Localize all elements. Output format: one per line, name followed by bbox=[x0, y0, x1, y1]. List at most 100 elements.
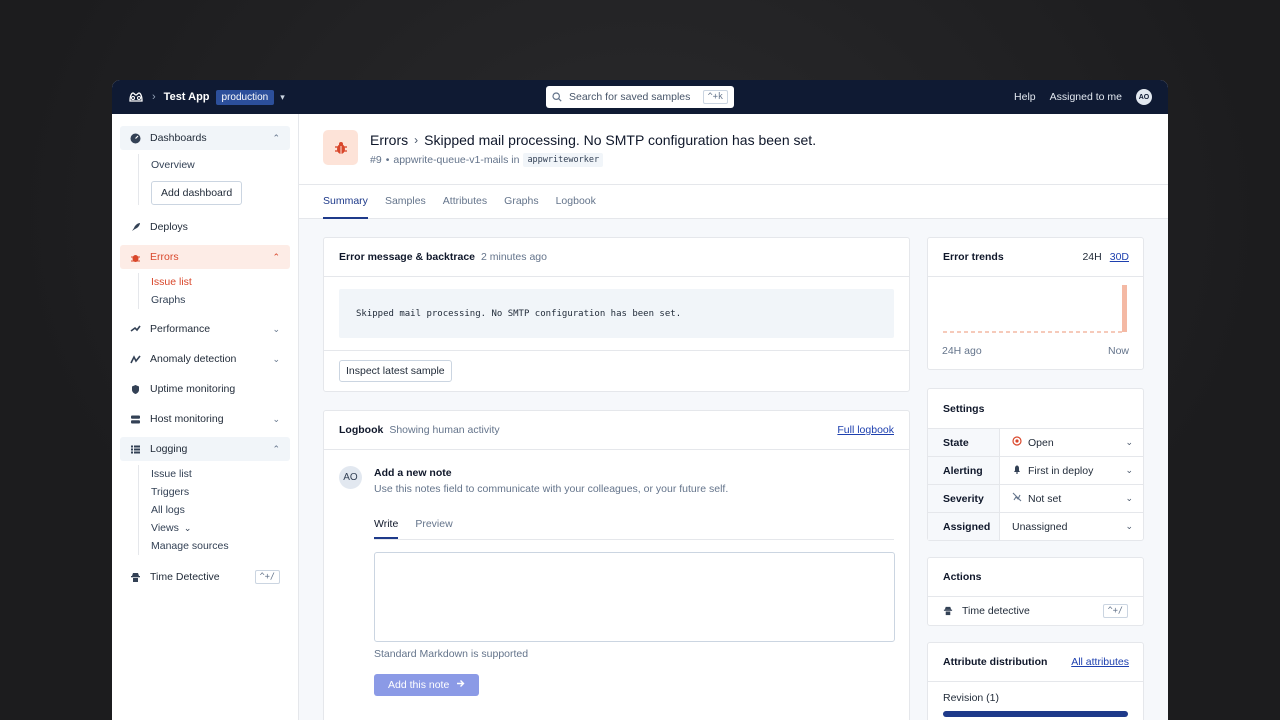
worker-name: appwriteworker bbox=[523, 153, 604, 167]
note-textarea[interactable] bbox=[374, 552, 895, 642]
sidebar-item-manage-sources[interactable]: Manage sources bbox=[151, 537, 290, 555]
card-title: Actions bbox=[943, 571, 982, 583]
appsignal-logo-icon[interactable] bbox=[128, 91, 144, 103]
setting-value: First in deploy bbox=[1028, 464, 1094, 477]
error-trends-card: Error trends 24H 30D 24H ago Now bbox=[927, 237, 1144, 370]
tab-attributes[interactable]: Attributes bbox=[443, 185, 487, 219]
sidebar-item-label: Host monitoring bbox=[150, 413, 224, 425]
attribute-distribution-card: Attribute distribution All attributes Re… bbox=[927, 642, 1144, 720]
full-logbook-link[interactable]: Full logbook bbox=[837, 424, 894, 436]
error-time: 2 minutes ago bbox=[481, 251, 547, 263]
setting-severity[interactable]: Severity Not set ⌄ bbox=[928, 484, 1143, 512]
add-dashboard-button[interactable]: Add dashboard bbox=[151, 181, 243, 205]
chevron-down-icon: ⌄ bbox=[1125, 437, 1133, 447]
search-input[interactable]: Search for saved samples bbox=[569, 91, 703, 103]
app-name[interactable]: Test App bbox=[164, 91, 210, 103]
add-note-button[interactable]: Add this note bbox=[374, 674, 480, 696]
sidebar-item-label: Logging bbox=[150, 443, 188, 455]
open-state-icon bbox=[1012, 436, 1022, 449]
logbook-subtitle: Showing human activity bbox=[389, 424, 500, 436]
avatar: AO bbox=[339, 466, 362, 489]
detective-icon bbox=[943, 606, 953, 616]
sidebar-item-label: Errors bbox=[150, 251, 179, 263]
card-title: Settings bbox=[943, 402, 985, 415]
sidebar-item-views[interactable]: Views ⌄ bbox=[151, 519, 290, 537]
sidebar-item-deploys[interactable]: Deploys bbox=[120, 215, 290, 239]
setting-assigned[interactable]: Assigned Unassigned ⌄ bbox=[928, 512, 1143, 540]
assigned-to-me-link[interactable]: Assigned to me bbox=[1050, 91, 1122, 103]
sidebar-item-anomaly-detection[interactable]: Anomaly detection ⌄ bbox=[120, 347, 290, 371]
queue-name: appwrite-queue-v1-mails in bbox=[393, 154, 520, 166]
time-detective-action[interactable]: Time detective ^+/ bbox=[928, 597, 1143, 625]
search-bar[interactable]: Search for saved samples ^+k bbox=[546, 86, 734, 108]
sidebar-item-log-issue-list[interactable]: Issue list bbox=[151, 465, 290, 483]
sidebar-item-label: Anomaly detection bbox=[150, 353, 237, 365]
setting-label: Severity bbox=[928, 485, 1000, 512]
speed-icon bbox=[130, 324, 141, 335]
sidebar-item-label: Uptime monitoring bbox=[150, 383, 236, 395]
sidebar-item-host-monitoring[interactable]: Host monitoring ⌄ bbox=[120, 407, 290, 431]
time-detective-label: Time detective bbox=[962, 605, 1030, 617]
gauge-icon bbox=[130, 133, 141, 144]
sidebar-item-time-detective[interactable]: Time Detective ^+/ bbox=[120, 565, 290, 589]
markdown-hint: Standard Markdown is supported bbox=[374, 648, 529, 660]
tab-samples[interactable]: Samples bbox=[385, 185, 426, 219]
sidebar: Dashboards ⌃ Overview Add dashboard Depl… bbox=[112, 114, 299, 720]
setting-value: Not set bbox=[1028, 492, 1062, 505]
chevron-down-icon[interactable]: ▾ bbox=[280, 92, 285, 103]
environment-badge[interactable]: production bbox=[215, 89, 275, 105]
sidebar-item-issue-list[interactable]: Issue list bbox=[151, 273, 290, 291]
trend-end-label: Now bbox=[1107, 345, 1129, 357]
all-attributes-link[interactable]: All attributes bbox=[1071, 656, 1129, 668]
trend-start-label: 24H ago bbox=[942, 345, 982, 357]
search-icon bbox=[552, 92, 562, 102]
bullet-separator: • bbox=[385, 154, 390, 166]
card-title: Error message & backtrace bbox=[339, 251, 475, 263]
list-icon bbox=[130, 444, 141, 455]
tab-logbook[interactable]: Logbook bbox=[556, 185, 596, 219]
avatar[interactable]: AO bbox=[1136, 89, 1152, 105]
setting-alerting[interactable]: Alerting First in deploy ⌄ bbox=[928, 456, 1143, 484]
sidebar-item-graphs[interactable]: Graphs bbox=[151, 291, 290, 309]
views-label: Views bbox=[151, 522, 179, 534]
range-30d-button[interactable]: 30D bbox=[1110, 251, 1129, 263]
app-window: › Test App production ▾ Search for saved… bbox=[112, 80, 1168, 720]
revision-label: Revision (1) bbox=[943, 692, 1000, 704]
sidebar-item-logging[interactable]: Logging ⌃ bbox=[120, 437, 290, 461]
chevron-down-icon: ⌄ bbox=[1125, 493, 1133, 503]
sidebar-item-dashboards[interactable]: Dashboards ⌃ bbox=[120, 126, 290, 150]
tab-write[interactable]: Write bbox=[374, 511, 399, 539]
severity-off-icon bbox=[1012, 492, 1022, 505]
help-link[interactable]: Help bbox=[1014, 91, 1036, 103]
bell-icon bbox=[1012, 464, 1022, 477]
shield-icon bbox=[130, 384, 141, 395]
sidebar-item-uptime-monitoring[interactable]: Uptime monitoring bbox=[120, 377, 290, 401]
chevron-up-icon: ⌃ bbox=[272, 132, 280, 143]
setting-label: Assigned bbox=[928, 513, 1000, 540]
time-detective-shortcut: ^+/ bbox=[254, 570, 280, 584]
chevron-down-icon: ⌄ bbox=[1125, 465, 1133, 475]
error-title: Skipped mail processing. No SMTP configu… bbox=[424, 132, 817, 148]
tab-graphs[interactable]: Graphs bbox=[504, 185, 538, 219]
inspect-sample-button[interactable]: Inspect latest sample bbox=[339, 360, 452, 382]
error-trends-sparkline bbox=[943, 285, 1127, 333]
setting-value: Open bbox=[1028, 436, 1054, 449]
sidebar-item-all-logs[interactable]: All logs bbox=[151, 501, 290, 519]
sidebar-item-label: Dashboards bbox=[150, 132, 207, 144]
card-title: Logbook bbox=[339, 424, 384, 436]
backtrace-box: Skipped mail processing. No SMTP configu… bbox=[339, 289, 894, 338]
actions-card: Actions Time detective ^+/ bbox=[927, 557, 1144, 626]
page-header: Errors › Skipped mail processing. No SMT… bbox=[299, 114, 1168, 185]
setting-state[interactable]: State Open ⌄ bbox=[928, 428, 1143, 456]
range-24h-button[interactable]: 24H bbox=[1082, 251, 1101, 263]
note-hint: Use this notes field to communicate with… bbox=[374, 483, 729, 495]
breadcrumb-errors[interactable]: Errors bbox=[370, 132, 408, 148]
sidebar-item-triggers[interactable]: Triggers bbox=[151, 483, 290, 501]
chevron-right-icon: › bbox=[414, 133, 419, 147]
breadcrumb-chevron-icon: › bbox=[152, 91, 156, 103]
tab-preview[interactable]: Preview bbox=[415, 511, 452, 539]
tab-summary[interactable]: Summary bbox=[323, 185, 368, 219]
sidebar-item-errors[interactable]: Errors ⌃ bbox=[120, 245, 290, 269]
sidebar-item-overview[interactable]: Overview bbox=[151, 156, 290, 174]
sidebar-item-performance[interactable]: Performance ⌄ bbox=[120, 317, 290, 341]
